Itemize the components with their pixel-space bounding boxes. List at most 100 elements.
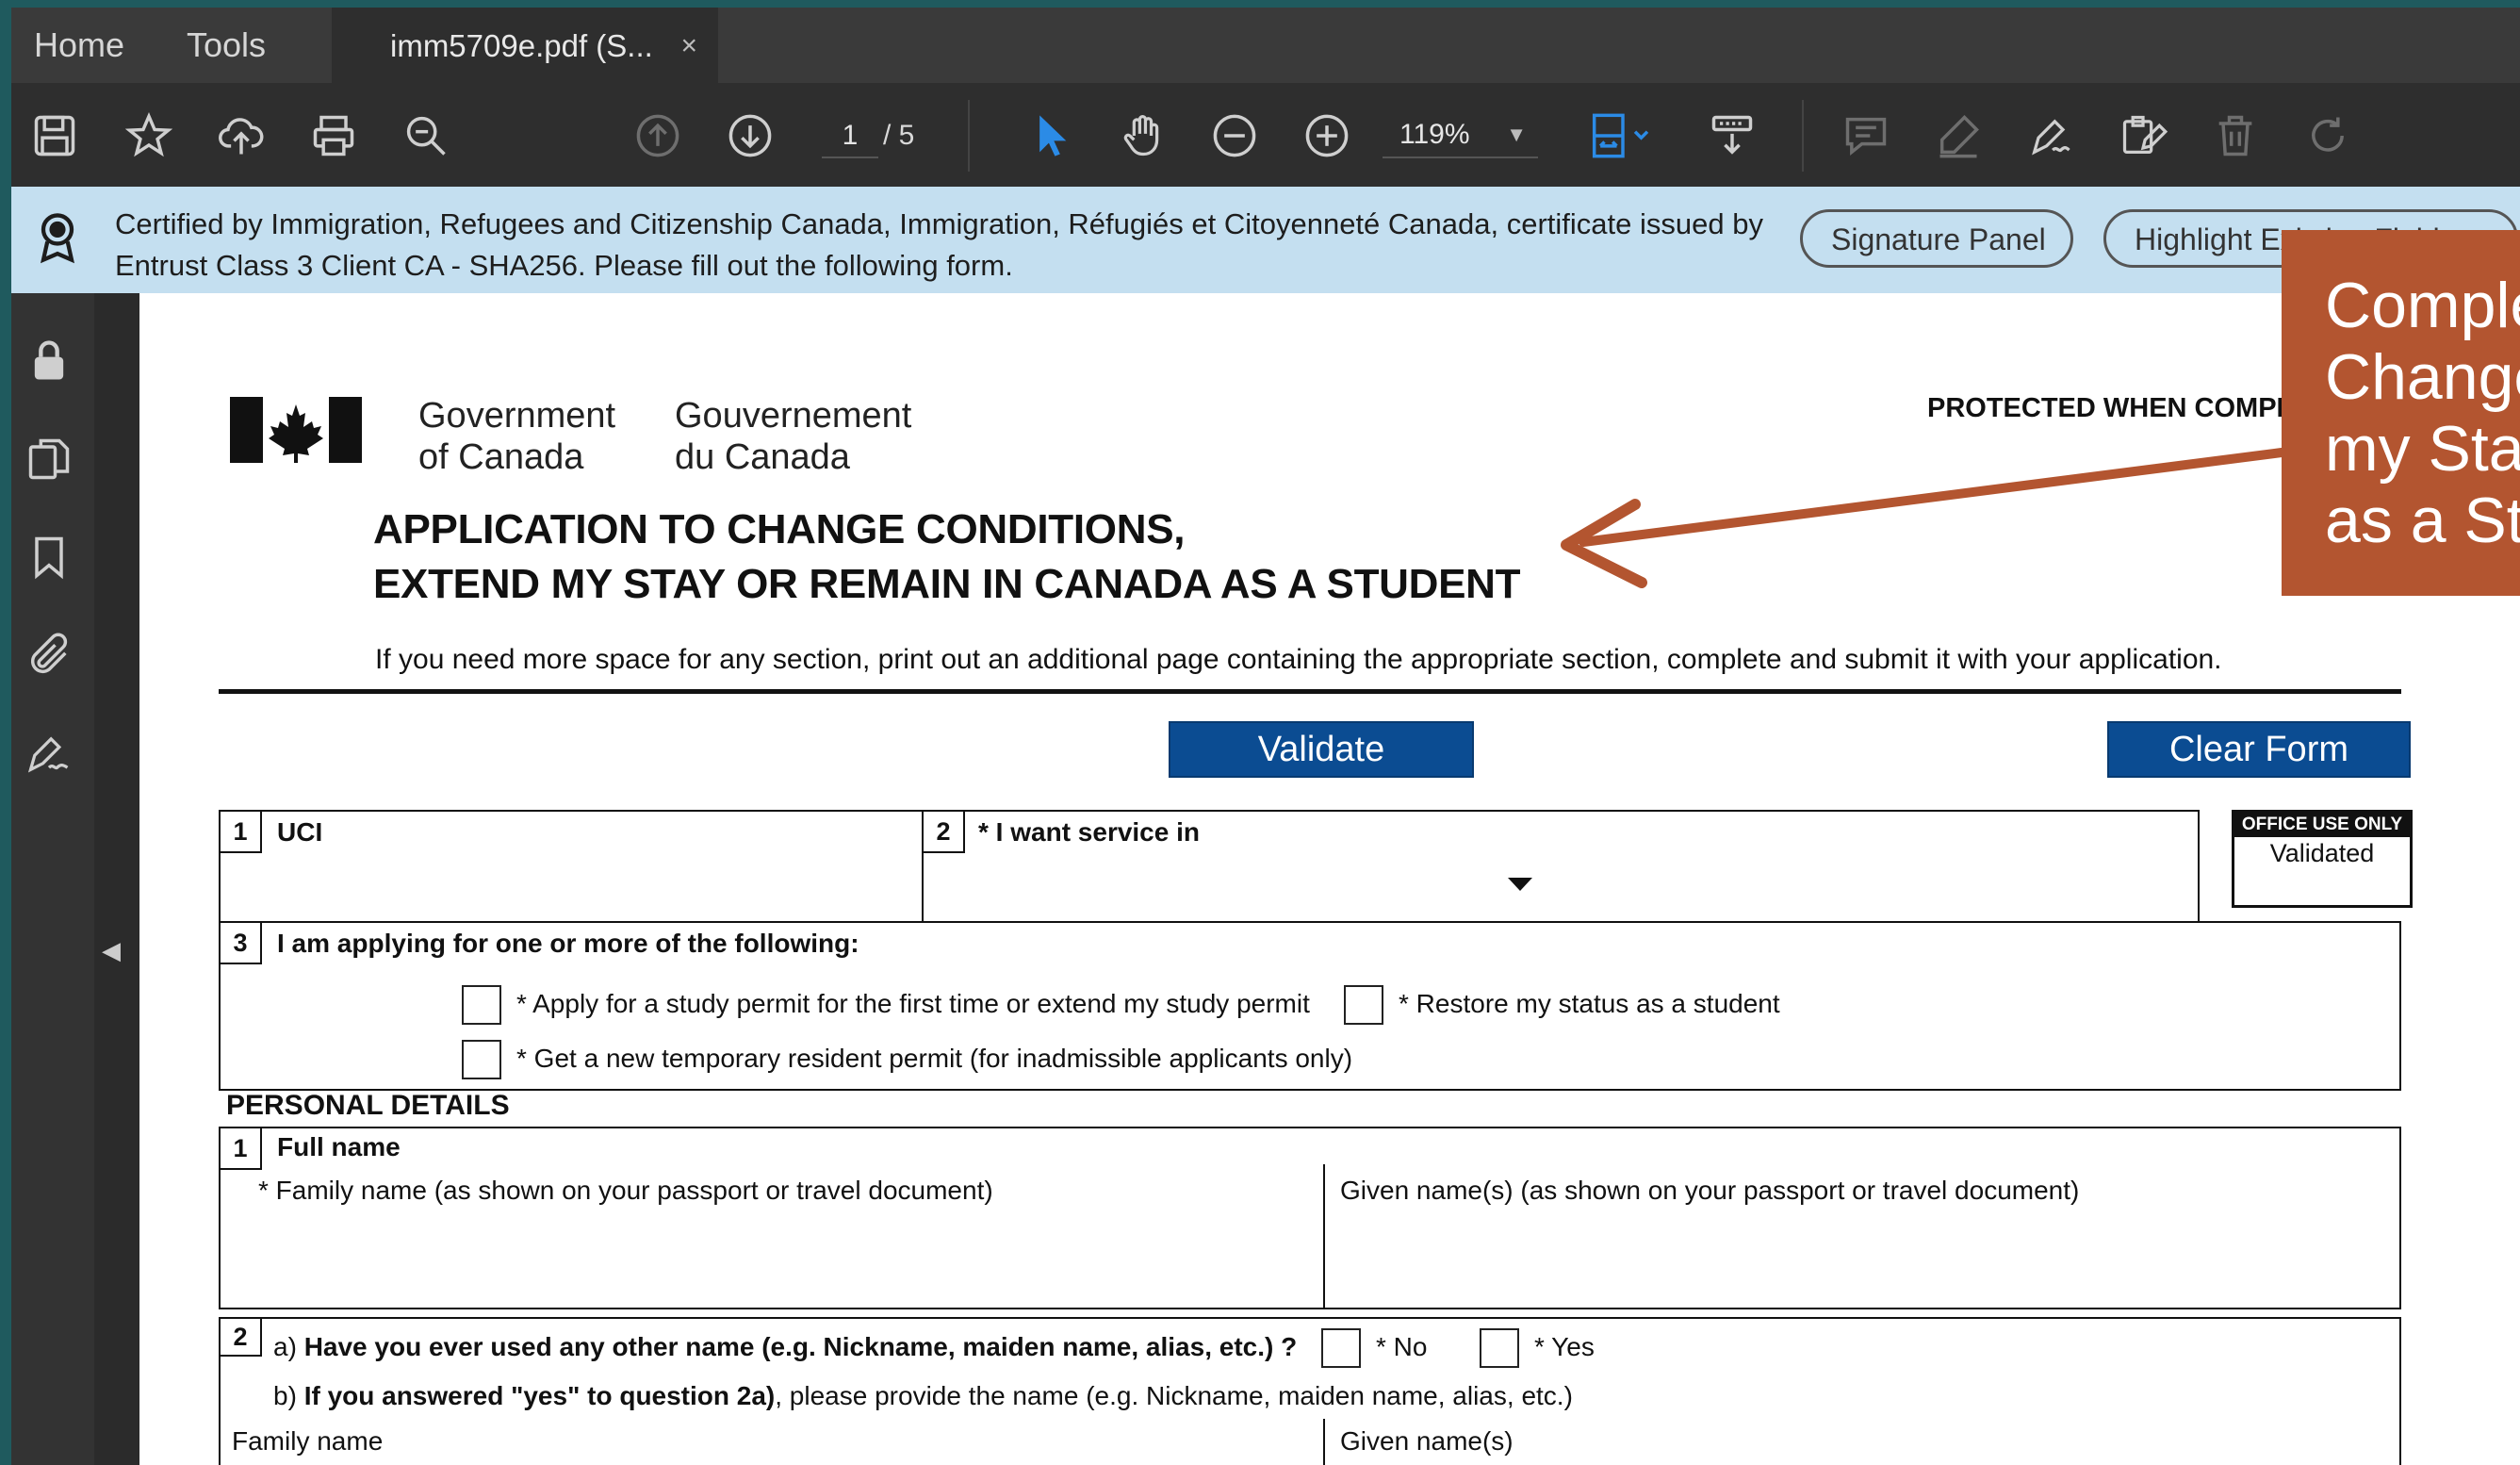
tab-document[interactable]: imm5709e.pdf (S... ×	[332, 8, 718, 83]
q2b-prefix: b)	[273, 1381, 304, 1410]
tab-tools[interactable]: Tools	[187, 8, 266, 83]
instructions-note: If you need more space for any section, …	[375, 644, 2222, 675]
page-up-icon[interactable]	[631, 109, 684, 162]
full-name-label: Full name	[277, 1132, 401, 1161]
select-arrow-icon[interactable]	[1023, 109, 1076, 162]
q2a-text: Have you ever used any other name (e.g. …	[303, 1332, 1298, 1361]
toolbar-divider	[968, 100, 970, 172]
form-title-line1: APPLICATION TO CHANGE CONDITIONS,	[373, 506, 1186, 552]
fit-page-icon[interactable]	[1585, 109, 1661, 162]
question-number: 1	[221, 812, 262, 853]
office-use-box: OFFICE USE ONLY Validated	[2232, 810, 2413, 908]
undo-icon[interactable]	[2301, 109, 2354, 162]
clear-form-button[interactable]: Clear Form	[2107, 721, 2411, 778]
gov-fr-line2: du Canada	[675, 437, 850, 477]
signature-icon[interactable]	[25, 729, 77, 782]
canada-flag-logo	[230, 397, 362, 463]
pdf-page: Government of Canada Gouvernement du Can…	[139, 293, 2520, 1465]
certification-notice-bar: Certified by Immigration, Refugees and C…	[11, 187, 2520, 293]
question-number: 3	[221, 923, 262, 964]
gov-fr-line1: Gouvernement	[675, 396, 912, 436]
government-name-french: Gouvernement du Canada	[675, 395, 911, 478]
other-names-followup: b) If you answered "yes" to question 2a)…	[273, 1381, 1573, 1411]
form-title: APPLICATION TO CHANGE CONDITIONS, EXTEND…	[373, 502, 1521, 612]
comment-icon[interactable]	[1840, 109, 1892, 162]
family-name-input[interactable]	[256, 1213, 1321, 1304]
other-given-name-label: Given name(s)	[1340, 1426, 1514, 1456]
signature-panel-button[interactable]: Signature Panel	[1800, 209, 2073, 268]
page-number-input[interactable]: 1	[822, 115, 878, 158]
tab-home[interactable]: Home	[34, 8, 124, 83]
document-tab-label: imm5709e.pdf (S...	[390, 28, 653, 63]
zoom-level-value: 119%	[1399, 119, 1470, 150]
pages-icon[interactable]	[25, 435, 77, 487]
validate-button[interactable]: Validate	[1169, 721, 1474, 778]
service-language-select[interactable]: 2 * I want service in	[922, 810, 2200, 923]
restore-status-label: * Restore my status as a student	[1399, 989, 1780, 1018]
validated-status: Validated	[2269, 839, 2375, 867]
other-names-yes-checkbox[interactable]	[1480, 1328, 1519, 1368]
field-divider	[1323, 1164, 1325, 1309]
close-icon[interactable]: ×	[680, 8, 697, 85]
application-type-label: I am applying for one or more of the fol…	[277, 929, 859, 958]
sign-icon[interactable]	[2024, 109, 2077, 162]
edit-icon[interactable]	[2117, 109, 2169, 162]
pdf-viewer-window: Home Tools imm5709e.pdf (S... × 1 / 5 11…	[11, 8, 2520, 1465]
page-down-icon[interactable]	[724, 109, 777, 162]
other-family-name-label: Family name	[232, 1426, 384, 1456]
other-names-question: a) Have you ever used any other name (e.…	[273, 1332, 1297, 1362]
other-names-section: 2 a) Have you ever used any other name (…	[219, 1317, 2401, 1465]
study-permit-checkbox[interactable]	[462, 985, 501, 1025]
family-name-label: * Family name (as shown on your passport…	[258, 1176, 993, 1205]
print-icon[interactable]	[307, 109, 360, 162]
other-names-yes-label: * Yes	[1534, 1332, 1595, 1361]
question-number: 1	[221, 1128, 262, 1170]
zoom-out-icon[interactable]	[1208, 109, 1261, 162]
lock-icon[interactable]	[25, 337, 77, 389]
toolbar-divider	[1802, 100, 1804, 172]
service-language-label: * I want service in	[978, 817, 1200, 847]
gov-en-line1: Government	[418, 396, 616, 436]
office-use-label: OFFICE USE ONLY	[2234, 813, 2410, 837]
chevron-down-icon: ▼	[1506, 123, 1527, 146]
question-number: 2	[221, 1319, 262, 1357]
field-divider	[1323, 1419, 1325, 1465]
save-icon[interactable]	[28, 109, 81, 162]
full-name-section: 1 Full name * Family name (as shown on y…	[219, 1127, 2401, 1309]
divider	[219, 689, 2401, 694]
chevron-down-icon[interactable]	[1508, 878, 1532, 891]
given-name-label: Given name(s) (as shown on your passport…	[1340, 1176, 2080, 1205]
star-icon[interactable]	[123, 109, 175, 162]
zoom-search-icon[interactable]	[400, 109, 452, 162]
callout-line1: Complete	[2325, 270, 2520, 341]
other-names-no-checkbox[interactable]	[1321, 1328, 1361, 1368]
application-type-section: 3 I am applying for one or more of the f…	[219, 921, 2401, 1091]
annotation-callout: Complete Change my Status as a Student	[2282, 230, 2520, 596]
uci-field[interactable]: 1 UCI	[219, 810, 924, 923]
tab-bar: Home Tools imm5709e.pdf (S... ×	[11, 8, 2520, 83]
attachment-icon[interactable]	[25, 631, 77, 683]
delete-icon[interactable]	[2209, 109, 2262, 162]
given-name-input[interactable]	[1338, 1213, 2394, 1304]
toolbar: 1 / 5 119% ▼	[11, 83, 2520, 188]
personal-details-heading: PERSONAL DETAILS	[226, 1090, 510, 1121]
certificate-ribbon-icon	[32, 209, 83, 266]
question-number: 2	[924, 812, 965, 853]
q2a-prefix: a)	[273, 1332, 304, 1361]
zoom-level-select[interactable]: 119% ▼	[1383, 111, 1538, 158]
callout-line4: as a Student	[2325, 485, 2520, 556]
highlight-icon[interactable]	[1932, 109, 1985, 162]
bookmark-icon[interactable]	[25, 533, 77, 585]
cloud-upload-icon[interactable]	[215, 109, 268, 162]
government-name-english: Government of Canada	[418, 395, 615, 478]
hand-icon[interactable]	[1116, 109, 1169, 162]
collapse-panel-icon[interactable]: ◀	[102, 936, 121, 965]
zoom-in-icon[interactable]	[1301, 109, 1353, 162]
temporary-resident-permit-checkbox[interactable]	[462, 1040, 501, 1079]
callout-line2: Change	[2325, 341, 2520, 413]
restore-status-checkbox[interactable]	[1344, 985, 1383, 1025]
other-names-no-label: * No	[1376, 1332, 1428, 1361]
q2b-rest: , please provide the name (e.g. Nickname…	[775, 1381, 1573, 1410]
study-permit-label: * Apply for a study permit for the first…	[516, 989, 1310, 1018]
scroll-mode-icon[interactable]	[1706, 109, 1759, 162]
